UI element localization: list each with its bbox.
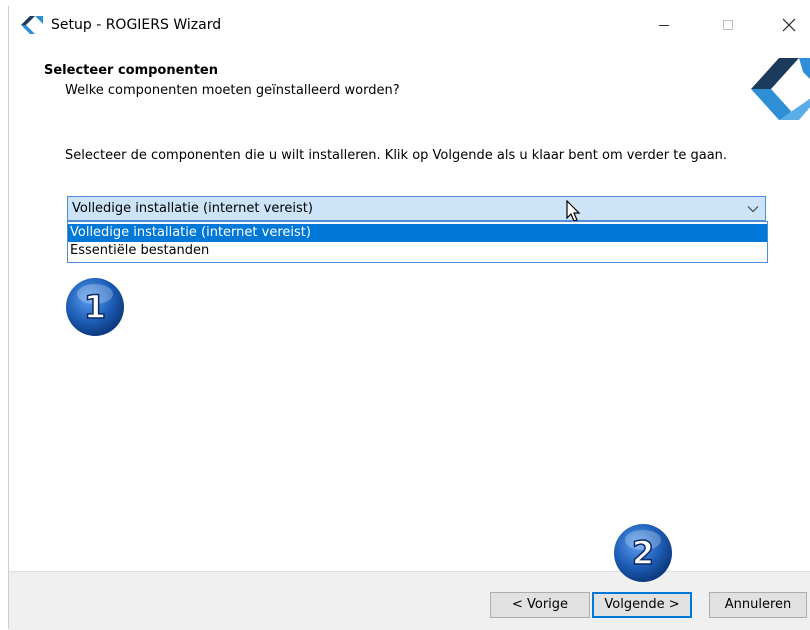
page-title: Selecteer componenten xyxy=(44,63,218,78)
next-button[interactable]: Volgende > xyxy=(592,592,692,618)
rogiers-logo xyxy=(751,58,810,120)
components-select-value: Volledige installatie (internet vereist) xyxy=(72,201,313,216)
minimize-button[interactable] xyxy=(641,6,687,44)
back-button[interactable]: < Vorige xyxy=(490,592,590,618)
maximize-button[interactable] xyxy=(705,6,751,44)
cancel-button[interactable]: Annuleren xyxy=(709,592,807,618)
step-2-badge: 2 xyxy=(614,524,672,582)
step-1-label: 1 xyxy=(84,288,106,326)
maximize-icon xyxy=(723,20,733,30)
dropdown-option-full[interactable]: Volledige installatie (internet vereist) xyxy=(68,224,767,242)
setup-wizard-window: Setup - ROGIERS Wizard Selecteer compone… xyxy=(8,6,810,630)
step-2-label: 2 xyxy=(632,534,654,572)
rogiers-logo-icon xyxy=(21,16,43,34)
window-title: Setup - ROGIERS Wizard xyxy=(51,17,222,33)
page-subtitle: Welke componenten moeten geïnstalleerd w… xyxy=(65,83,400,98)
wizard-footer: < Vorige Volgende > Annuleren xyxy=(9,571,810,630)
dropdown-option-essential[interactable]: Essentiële bestanden xyxy=(68,242,767,260)
components-select[interactable]: Volledige installatie (internet vereist) xyxy=(67,196,766,221)
instructions-text: Selecteer de componenten die u wilt inst… xyxy=(65,148,728,163)
close-icon xyxy=(782,18,796,32)
components-dropdown-list: Volledige installatie (internet vereist)… xyxy=(67,221,768,263)
chevron-down-icon xyxy=(747,206,759,213)
step-1-badge: 1 xyxy=(66,278,124,336)
title-bar[interactable]: Setup - ROGIERS Wizard xyxy=(9,6,810,44)
wizard-header: Selecteer componenten Welke componenten … xyxy=(9,44,810,122)
minimize-icon xyxy=(659,25,669,26)
close-button[interactable] xyxy=(766,6,810,44)
